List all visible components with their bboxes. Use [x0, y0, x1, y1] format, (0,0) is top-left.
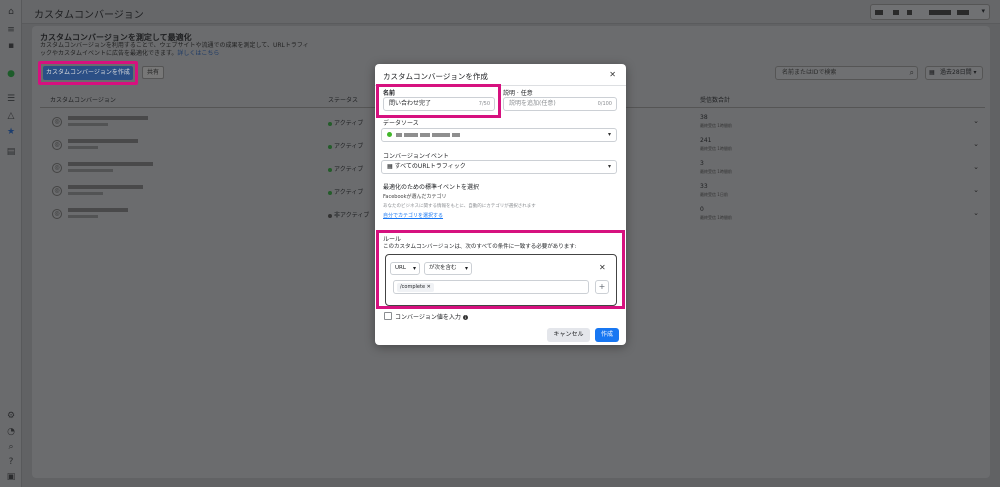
- chevron-down-icon[interactable]: ⌄: [973, 209, 979, 217]
- status-badge: アクティブ: [328, 187, 363, 196]
- help-icon[interactable]: ?: [5, 456, 17, 468]
- remove-rule-icon[interactable]: ✕: [599, 263, 606, 272]
- cancel-button[interactable]: キャンセル: [547, 328, 590, 342]
- flag-icon[interactable]: ▪: [5, 40, 17, 52]
- column-total: 受信数合計: [700, 97, 731, 104]
- chevron-down-icon: ▾: [607, 163, 611, 170]
- chevron-down-icon[interactable]: ⌄: [973, 186, 979, 194]
- report-icon[interactable]: ▣: [5, 471, 17, 483]
- chevron-down-icon: ▾: [607, 131, 611, 138]
- home-icon[interactable]: ⌂: [5, 6, 17, 18]
- storage-icon[interactable]: ▤: [5, 146, 17, 158]
- create-button[interactable]: 作成: [595, 328, 619, 342]
- calendar-icon: ▦: [387, 163, 393, 170]
- learn-more-link[interactable]: 詳しくはこちら: [177, 50, 219, 57]
- calendar-icon: ▦: [929, 69, 935, 76]
- add-icon[interactable]: ●: [5, 68, 17, 80]
- left-nav-rail: ⌂ ≡ ▪ ● ☰ △ ★ ▤ ⚙ ◔ ⌕ ? ▣: [0, 0, 22, 487]
- chevron-down-icon: ▾: [412, 265, 416, 272]
- status-badge: 非アクティブ: [328, 210, 369, 219]
- search-nav-icon[interactable]: ⌕: [5, 441, 17, 453]
- conversion-icon: ◎: [52, 117, 62, 127]
- graph-icon[interactable]: △: [5, 110, 17, 122]
- rule-value-input[interactable]: /complete ✕: [393, 280, 589, 294]
- optimization-label: 最適化のための標準イベントを選択: [383, 184, 480, 191]
- close-icon[interactable]: ✕: [609, 70, 616, 79]
- top-bar: カスタムコンバージョン ▾: [22, 0, 1000, 24]
- conversion-event-select[interactable]: ▦ すべてのURLトラフィック ▾: [381, 160, 617, 174]
- search-input[interactable]: 名前またはIDで検索 ⌕: [775, 66, 918, 80]
- rule-value-tag: /complete ✕: [397, 283, 434, 292]
- settings-icon[interactable]: ⚙: [5, 410, 17, 422]
- create-button-highlight: カスタムコンバージョンを作成: [38, 61, 138, 85]
- column-name: カスタムコンバージョン: [50, 97, 116, 104]
- rule-operator-select[interactable]: が次を含む ▾: [424, 262, 472, 275]
- column-status: ステータス: [328, 97, 359, 104]
- event-label: コンバージョンイベント: [383, 153, 449, 160]
- description-label: 説明 · 任意: [503, 90, 533, 97]
- conversion-icon: ◎: [52, 163, 62, 173]
- list-icon[interactable]: ☰: [5, 93, 17, 105]
- star-icon[interactable]: ★: [5, 126, 17, 138]
- choose-category-link[interactable]: 自分でカテゴリを選択する: [383, 212, 443, 219]
- create-custom-conversion-button[interactable]: カスタムコンバージョンを作成: [43, 66, 133, 80]
- datasource-select[interactable]: ▾: [381, 128, 617, 142]
- date-range-dropdown[interactable]: ▦ 過去28日間 ▾: [925, 66, 983, 80]
- name-label: 名前: [383, 90, 396, 97]
- status-badge: アクティブ: [328, 164, 363, 173]
- chevron-down-icon: ▾: [981, 7, 985, 15]
- chevron-down-icon[interactable]: ⌄: [973, 117, 979, 125]
- chevron-down-icon: ▾: [464, 265, 468, 272]
- plus-icon[interactable]: +: [595, 280, 609, 294]
- status-dot: [387, 132, 392, 137]
- menu-icon[interactable]: ≡: [5, 24, 17, 36]
- notification-icon[interactable]: ◔: [5, 426, 17, 438]
- optimization-sub: Facebookが選んだカテゴリ: [383, 194, 447, 200]
- dialog-title: カスタムコンバージョンを作成: [383, 72, 488, 81]
- status-badge: アクティブ: [328, 118, 363, 127]
- name-input[interactable]: 問い合わせ完了 7/50: [383, 97, 495, 111]
- description-input[interactable]: 説明を追加(任意) 0/100: [503, 97, 617, 111]
- close-icon[interactable]: ✕: [427, 284, 431, 290]
- conversion-icon: ◎: [52, 186, 62, 196]
- chevron-down-icon[interactable]: ⌄: [973, 140, 979, 148]
- value-checkbox-label: コンバージョン値を入力 i: [395, 314, 468, 321]
- received-count: 0 最終受信 1時間前: [700, 206, 732, 220]
- value-checkbox[interactable]: [384, 312, 392, 320]
- info-icon: i: [462, 315, 468, 320]
- datasource-label: データソース: [383, 120, 419, 127]
- conversion-icon: ◎: [52, 209, 62, 219]
- status-badge: アクティブ: [328, 141, 363, 150]
- account-selector[interactable]: ▾: [870, 4, 990, 20]
- search-icon: ⌕: [909, 68, 914, 77]
- received-count: 3 最終受信 1時間前: [700, 160, 732, 174]
- rule-description: このカスタムコンバージョンは、次のすべての条件に一致する必要があります:: [383, 244, 577, 250]
- section-description: カスタムコンバージョンを利用することで、ウェブサイトや流通での成果を測定して、U…: [40, 42, 309, 57]
- received-count: 33 最終受信 1日前: [700, 183, 728, 197]
- conversion-icon: ◎: [52, 140, 62, 150]
- page-title: カスタムコンバージョン: [34, 10, 144, 21]
- optimization-hint: あなたのビジネスに関する情報をもとに、自動的にカテゴリが選択されます: [383, 204, 536, 209]
- received-count: 38 最終受信 1時間前: [700, 114, 732, 128]
- create-conversion-dialog: カスタムコンバージョンを作成 ✕ 名前 問い合わせ完了 7/50 説明 · 任意 …: [375, 64, 626, 345]
- received-count: 241 最終受信 1時間前: [700, 137, 732, 151]
- share-button[interactable]: 共有: [142, 66, 164, 79]
- chevron-down-icon[interactable]: ⌄: [973, 163, 979, 171]
- rule-field-select[interactable]: URL ▾: [390, 262, 420, 275]
